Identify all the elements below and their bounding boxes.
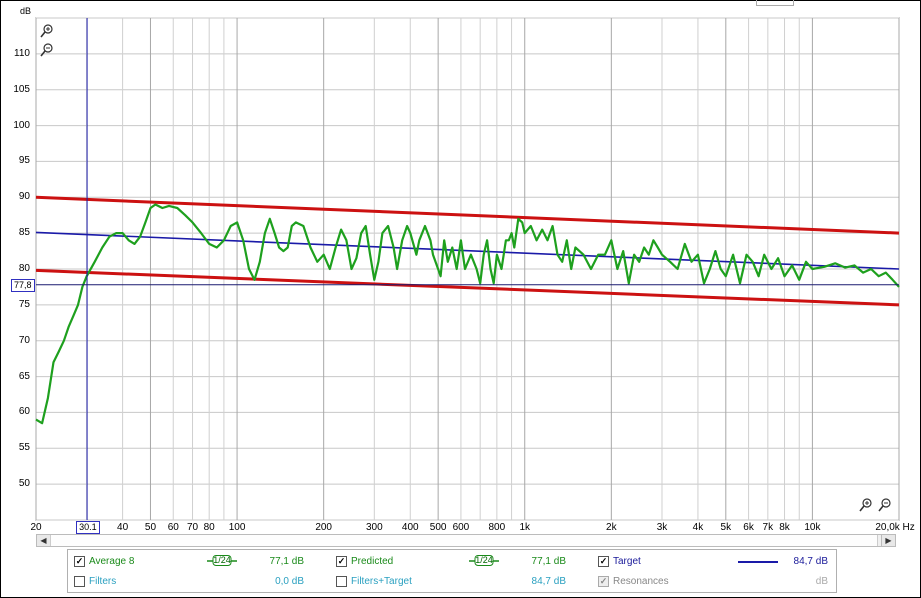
y-axis-label: dB — [20, 6, 32, 16]
legend-label-filters: Filters — [89, 576, 117, 587]
y-tick-label: 100 — [13, 119, 30, 131]
x-tick-label: 60 — [167, 522, 179, 533]
checkbox-predicted[interactable] — [336, 556, 347, 567]
legend-label-resonances: Resonances — [613, 576, 669, 587]
legend-label-filters-target: Filters+Target — [351, 576, 412, 587]
checkbox-filters-target[interactable] — [336, 576, 347, 587]
x-tick-label: 20 — [30, 522, 42, 533]
y-tick-label: 90 — [18, 191, 30, 203]
x-tick-label: 800 — [488, 522, 506, 533]
x-tick-label: 7k — [762, 522, 774, 533]
x-tick-label: 1k — [519, 522, 531, 533]
checkbox-filters[interactable] — [74, 576, 85, 587]
checkbox-resonances — [598, 576, 609, 587]
x-tick-label: 10k — [804, 522, 821, 533]
legend-value-target: 84,7 dB — [793, 556, 828, 567]
legend-panel: Average 8 1/24 77,1 dB Predicted 1/24 77,1 dB… — [67, 549, 837, 593]
x-tick-label: 500 — [429, 522, 447, 533]
y-tick-label: 65 — [18, 370, 30, 382]
y-tick-label: 75 — [18, 298, 30, 310]
x-tick-label: 4k — [692, 522, 704, 533]
checkbox-target[interactable] — [598, 556, 609, 567]
cursor-level-readout: 77,8 — [11, 278, 35, 292]
smoothing-selector-average-8[interactable]: 1/24 — [207, 555, 237, 566]
legend-value-filters: 0,0 dB — [275, 576, 304, 587]
y-tick-label: 55 — [18, 442, 30, 454]
horizontal-scrollbar[interactable]: ◀ ▶ — [36, 534, 896, 547]
plot-area[interactable] — [0, 0, 921, 598]
x-tick-label: 80 — [203, 522, 215, 533]
y-tick-label: 85 — [18, 227, 30, 239]
zoom-in-icon[interactable] — [40, 24, 54, 38]
x-tick-label: 2k — [606, 522, 617, 533]
x-tick-label: 20,0k Hz — [875, 522, 915, 533]
legend-value-resonances: dB — [815, 576, 828, 587]
legend-label-average-8: Average 8 — [89, 556, 135, 567]
checkbox-average-8[interactable] — [74, 556, 85, 567]
scroll-thumb[interactable] — [50, 535, 878, 546]
y-tick-label: 80 — [18, 263, 30, 274]
y-tick-label: 60 — [18, 406, 30, 418]
cursor-frequency-readout: 30.1 — [76, 521, 100, 534]
legend-value-predicted: 77,1 dB — [531, 556, 566, 567]
scroll-right-icon[interactable]: ▶ — [881, 535, 895, 546]
x-tick-label: 100 — [228, 522, 246, 533]
zoom-out-x-icon[interactable] — [878, 498, 892, 512]
y-tick-label: 50 — [18, 478, 30, 490]
legend-value-average-8: 77,1 dB — [269, 556, 304, 567]
x-tick-label: 6k — [743, 522, 754, 533]
legend-row: Filters 0,0 dB Filters+Target 84,7 dB Resona… — [68, 572, 836, 591]
x-tick-label: 400 — [401, 522, 419, 533]
zoom-out-icon[interactable] — [40, 43, 54, 57]
zoom-in-x-icon[interactable] — [859, 498, 873, 512]
legend-value-filters-target: 84,7 dB — [531, 576, 566, 587]
x-tick-label: 300 — [365, 522, 383, 533]
x-tick-label: 50 — [144, 522, 157, 533]
y-tick-label: 95 — [18, 155, 30, 167]
x-tick-label: 5k — [720, 522, 732, 533]
legend-row: Average 8 1/24 77,1 dB Predicted 1/24 77,1 dB… — [68, 552, 836, 571]
legend-label-predicted: Predicted — [351, 556, 394, 567]
y-tick-label: 70 — [18, 334, 30, 346]
x-tick-label: 8k — [779, 522, 790, 533]
y-tick-label: 105 — [13, 83, 30, 95]
scroll-left-icon[interactable]: ◀ — [37, 535, 51, 546]
legend-label-target: Target — [613, 556, 641, 567]
x-tick-label: 600 — [452, 522, 470, 533]
x-tick-label: 40 — [117, 522, 129, 533]
x-tick-label: 70 — [186, 522, 199, 533]
smoothing-selector-predicted[interactable]: 1/24 — [469, 555, 499, 566]
x-tick-label: 3k — [656, 522, 668, 533]
x-tick-label: 200 — [315, 522, 332, 533]
y-tick-label: 110 — [14, 47, 30, 59]
